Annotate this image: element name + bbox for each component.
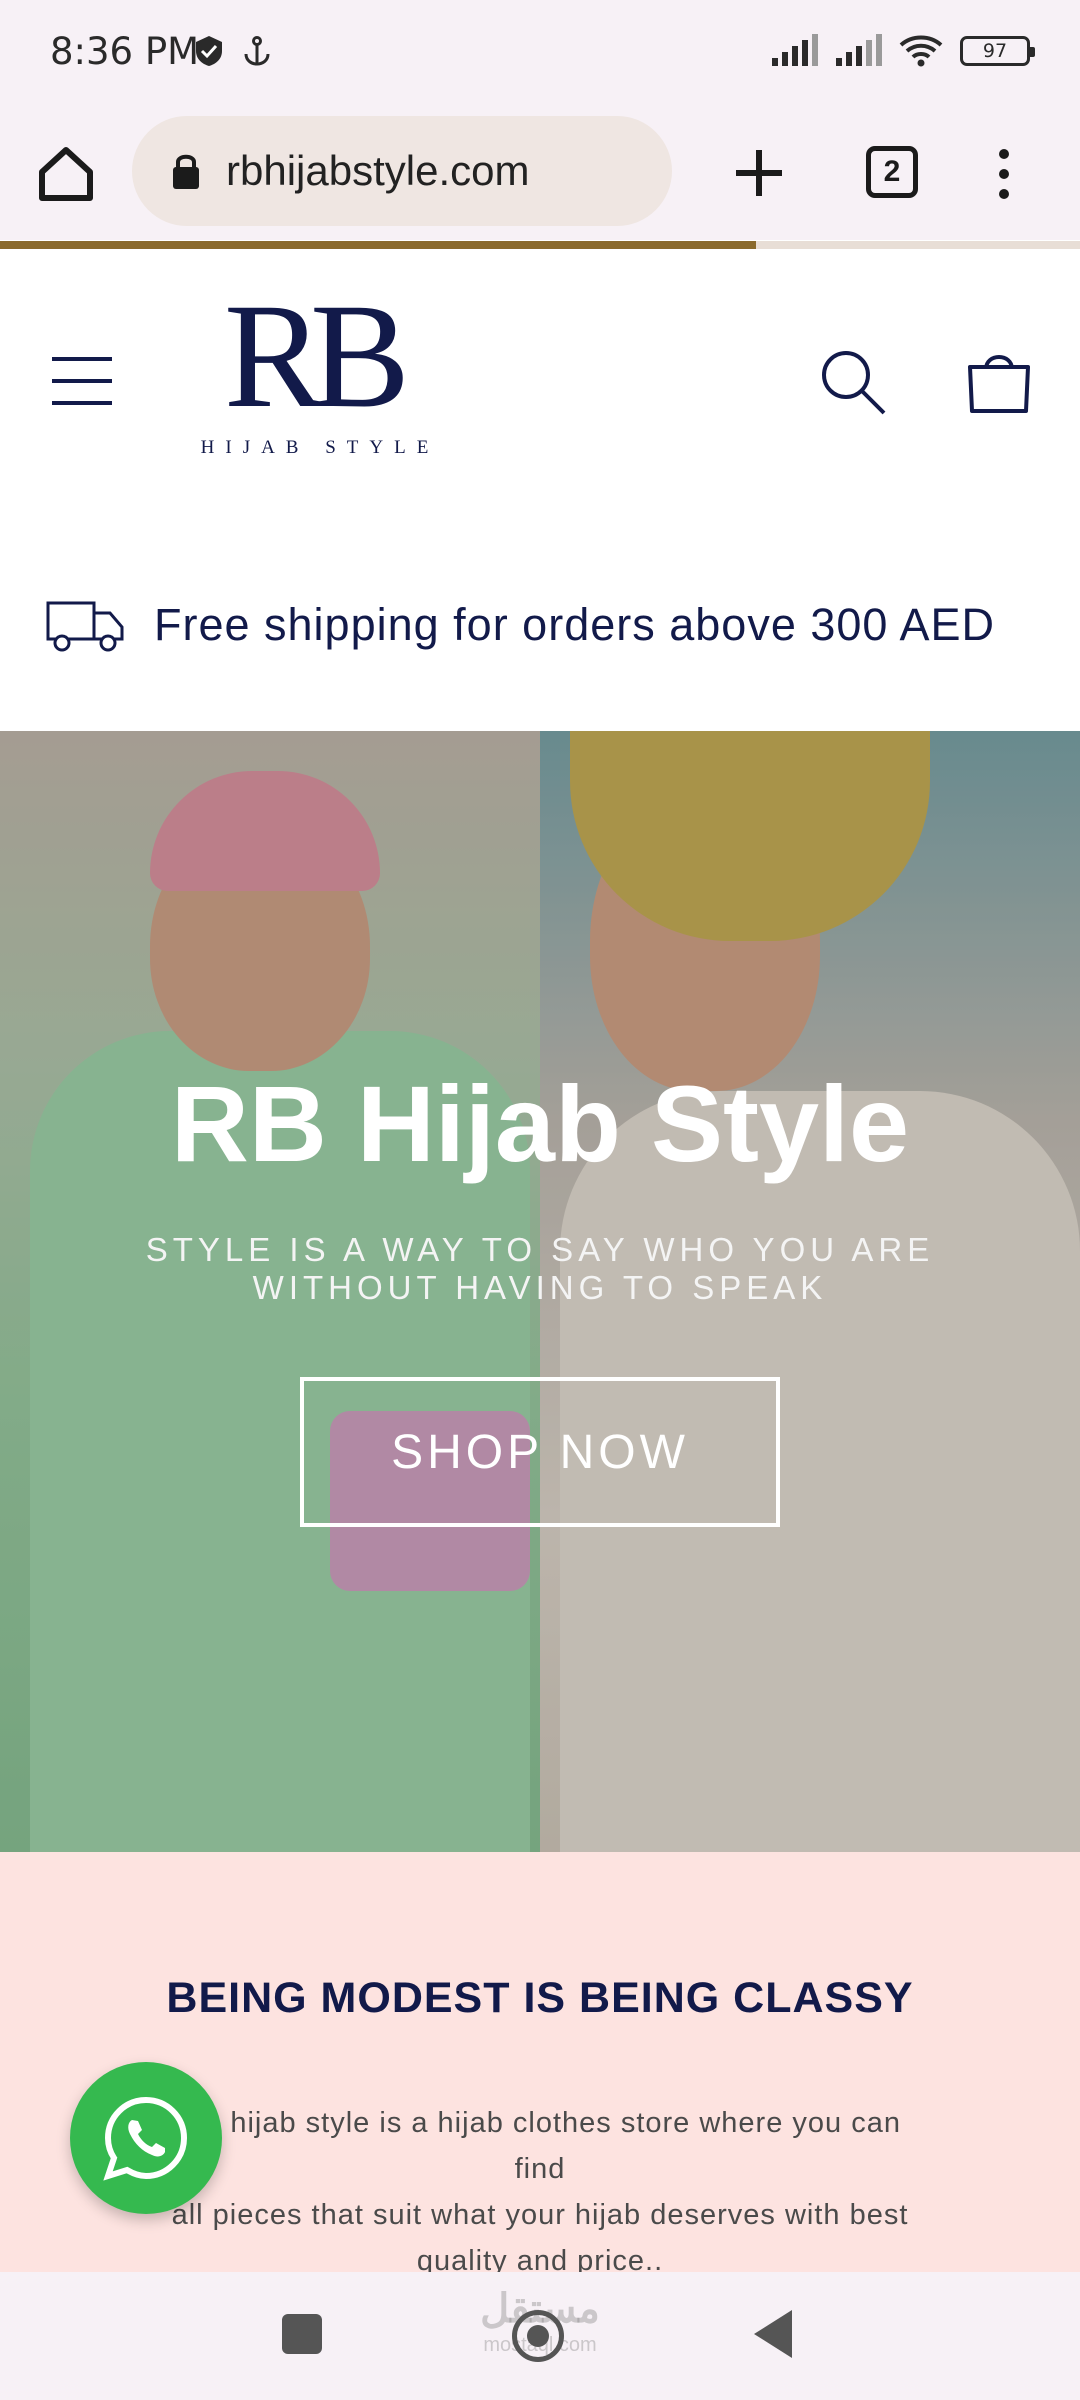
- status-bar: 8:36 PM 97: [0, 0, 1080, 110]
- site-header: RB HIJAB STYLE: [0, 249, 1080, 509]
- address-bar[interactable]: rbhijabstyle.com: [132, 116, 672, 226]
- shop-now-button[interactable]: SHOP NOW: [300, 1377, 780, 1527]
- whatsapp-icon: [103, 2096, 188, 2181]
- home-nav-button[interactable]: [512, 2310, 564, 2362]
- shipping-text: Free shipping for orders above 300 AED: [154, 599, 995, 650]
- about-body-line-1: RB hijab style is a hijab clothes store …: [179, 2107, 901, 2185]
- hero-content: RB Hijab Style STYLE IS A WAY TO SAY WHO…: [0, 731, 1080, 1852]
- home-icon[interactable]: [34, 142, 98, 206]
- site-logo[interactable]: RB HIJAB STYLE: [170, 281, 470, 479]
- battery-indicator: 97: [960, 36, 1035, 66]
- lock-icon: [173, 154, 199, 189]
- delivery-truck-icon: [46, 601, 124, 652]
- hero-subtitle-line-2: WITHOUT HAVING TO SPEAK: [252, 1269, 828, 1306]
- page-load-progress: [0, 241, 1080, 249]
- hero-title: RB Hijab Style: [170, 1063, 910, 1184]
- about-body: RB hijab style is a hijab clothes store …: [160, 2100, 920, 2284]
- anchor-icon: [244, 36, 270, 66]
- tab-switcher-button[interactable]: 2: [866, 146, 918, 198]
- page-load-progress-fill: [0, 241, 756, 249]
- about-title: BEING MODEST IS BEING CLASSY: [166, 1974, 914, 2022]
- hero-subtitle-line-1: STYLE IS A WAY TO SAY WHO YOU ARE: [145, 1231, 935, 1268]
- logo-monogram: RB: [223, 273, 410, 439]
- hero-banner: RB Hijab Style STYLE IS A WAY TO SAY WHO…: [0, 731, 1080, 1852]
- browser-toolbar: rbhijabstyle.com 2: [0, 110, 1080, 240]
- cart-bag-icon[interactable]: [964, 347, 1034, 417]
- hamburger-menu-icon[interactable]: [50, 353, 114, 409]
- status-system-icons: 97: [770, 34, 1035, 68]
- url-text: rbhijabstyle.com: [226, 147, 530, 194]
- signal-icon: [772, 34, 818, 66]
- back-button[interactable]: [754, 2310, 792, 2358]
- new-tab-icon[interactable]: [730, 144, 788, 202]
- hero-subtitle: STYLE IS A WAY TO SAY WHO YOU ARE WITHOU…: [0, 1231, 1080, 1307]
- shipping-banner: Free shipping for orders above 300 AED: [0, 560, 1080, 690]
- recents-button[interactable]: [282, 2314, 322, 2354]
- logo-tagline: HIJAB STYLE: [200, 437, 440, 458]
- system-nav-bar: مستقل mostaql.com: [0, 2272, 1080, 2400]
- status-time: 8:36 PM: [50, 30, 200, 73]
- about-body-line-2: all pieces that suit what your hijab des…: [171, 2199, 909, 2231]
- whatsapp-chat-button[interactable]: [70, 2062, 222, 2214]
- status-notification-icons: [192, 34, 274, 68]
- wifi-icon: [899, 35, 943, 67]
- search-icon[interactable]: [818, 347, 888, 417]
- verified-shield-icon: [196, 36, 222, 66]
- signal-icon-2: [836, 34, 882, 66]
- more-options-icon[interactable]: [984, 144, 1024, 204]
